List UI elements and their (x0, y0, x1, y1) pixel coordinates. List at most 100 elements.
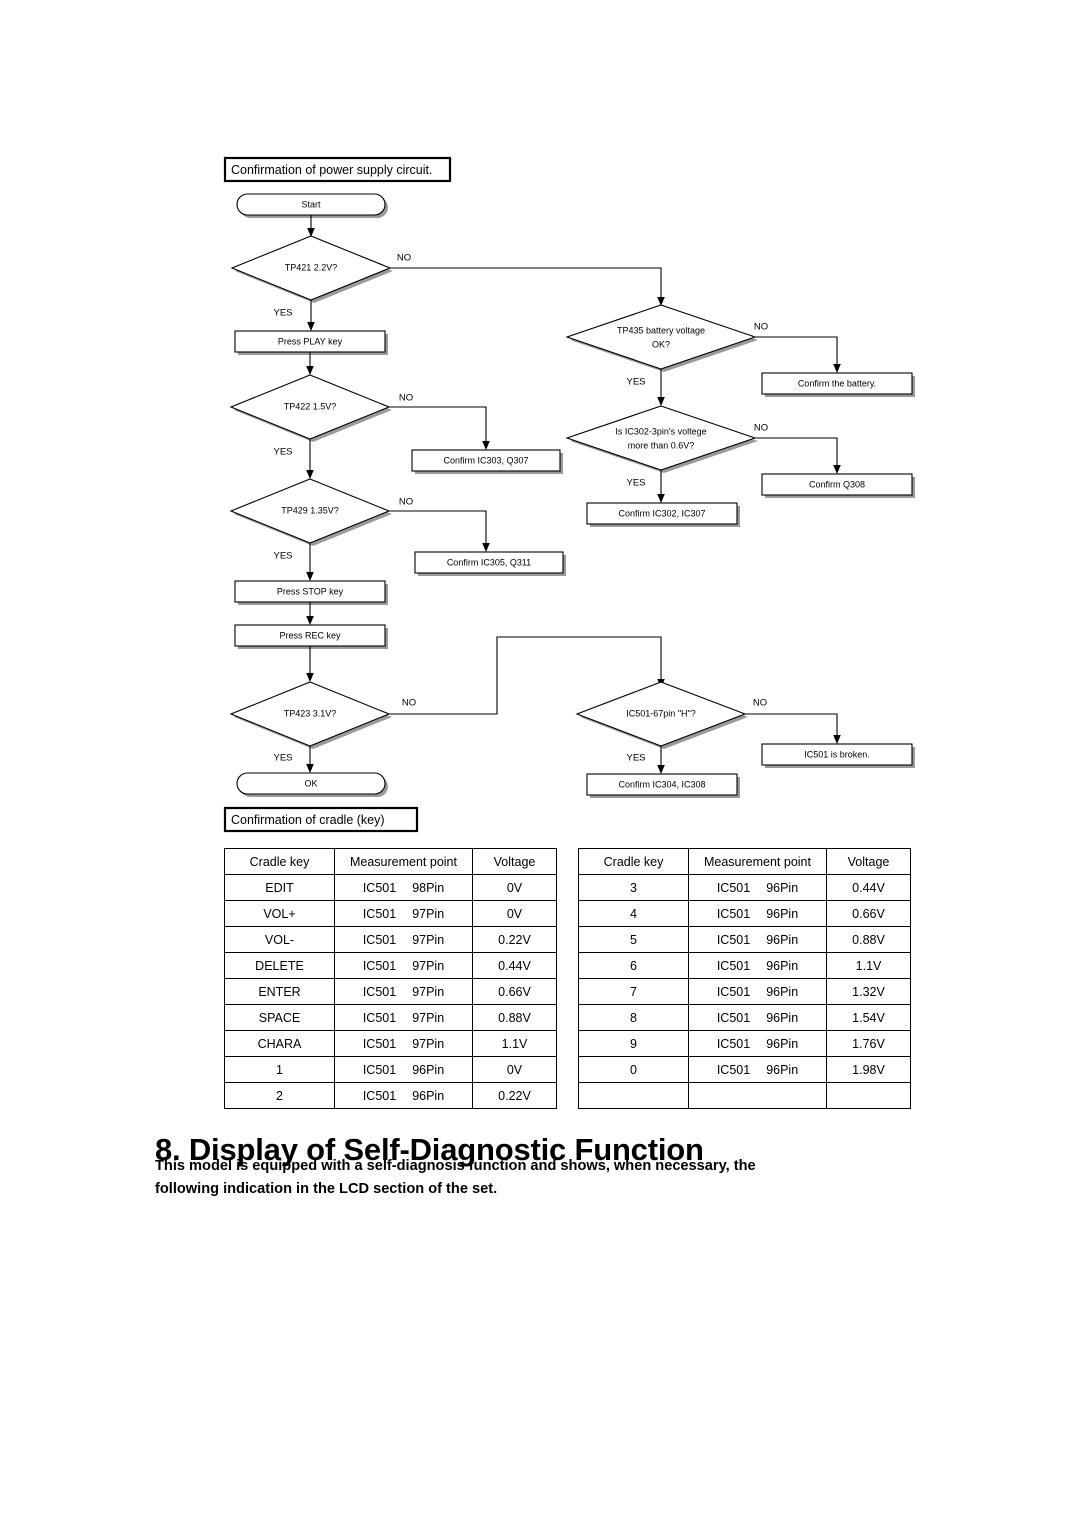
cell-measurement-point: IC501 96Pin (688, 952, 827, 979)
cell-measurement-ic: IC501 (716, 880, 751, 895)
cell-measurement-point: IC501 98Pin (334, 874, 473, 901)
cell-measurement-point: IC501 96Pin (334, 1082, 473, 1109)
cell-voltage: 0.66V (826, 900, 911, 927)
table-row: 1 IC501 96Pin 0V (224, 1056, 557, 1083)
cell-voltage: 1.1V (472, 1030, 557, 1057)
cell-measurement-point: IC501 96Pin (688, 1056, 827, 1083)
table-row: CHARA IC501 97Pin 1.1V (224, 1030, 557, 1057)
cell-cradle-key (578, 1082, 689, 1109)
cell-measurement-point: IC501 96Pin (688, 1004, 827, 1031)
decision-ic302-3pin: Is IC302-3pin's voltege more than 0.6V? (565, 405, 758, 473)
cell-measurement-ic: IC501 (716, 932, 751, 947)
cell-measurement-pin: 96Pin (766, 958, 799, 973)
cell-measurement-pin: 96Pin (766, 1036, 799, 1051)
section-body-line2: following indication in the LCD section … (155, 1180, 498, 1197)
column-header-cradle-key: Cradle key (224, 848, 335, 875)
connector-tp429-yes-to-press-stop (306, 543, 314, 581)
table-row-empty (578, 1082, 911, 1109)
cell-measurement-pin: 97Pin (412, 932, 445, 947)
process-confirm-ic304-ic308-label: Confirm IC304, IC308 (618, 779, 705, 789)
branch-label-tp422-yes: YES (273, 447, 292, 458)
process-confirm-ic305-q311-label: Confirm IC305, Q311 (447, 557, 531, 567)
connector-ic302-no-to-confirm-q308 (755, 437, 841, 474)
branch-label-ic501-no: NO (753, 698, 767, 709)
cell-voltage: 1.76V (826, 1030, 911, 1057)
cell-measurement-ic: IC501 (362, 1036, 397, 1051)
cell-measurement-pin: 96Pin (412, 1062, 445, 1077)
connector-press-stop-to-press-rec (306, 602, 314, 625)
cell-measurement-pin: 96Pin (766, 984, 799, 999)
cell-measurement-pin: 98Pin (412, 880, 445, 895)
connector-tp435-yes-to-ic302 (657, 369, 665, 406)
decision-tp429-label: TP429 1.35V? (281, 505, 339, 515)
cell-measurement-point: IC501 97Pin (334, 978, 473, 1005)
cell-measurement-pin: 96Pin (766, 1062, 799, 1077)
connector-ic501-yes-to-confirm-ic304 (657, 746, 665, 774)
cell-measurement-point: IC501 97Pin (334, 1004, 473, 1031)
cell-cradle-key: CHARA (224, 1030, 335, 1057)
decision-tp421-label: TP421 2.2V? (285, 262, 338, 272)
connector-press-play-to-tp422 (306, 352, 314, 375)
cell-measurement-ic: IC501 (716, 958, 751, 973)
table-row: 3 IC501 96Pin 0.44V (578, 874, 911, 901)
power-supply-flowchart: Confirmation of power supply circuit. St… (0, 0, 1080, 840)
process-confirm-ic302-ic307-label: Confirm IC302, IC307 (618, 508, 705, 518)
cell-cradle-key: SPACE (224, 1004, 335, 1031)
terminal-ok: OK (236, 772, 388, 797)
cell-cradle-key: ENTER (224, 978, 335, 1005)
decision-tp435-line2: OK? (652, 339, 670, 349)
cell-measurement-ic: IC501 (716, 1010, 751, 1025)
decision-ic501-67pin-label: IC501-67pin "H"? (626, 708, 695, 718)
connector-ic302-yes-to-confirm-ic302-ic307 (657, 470, 665, 503)
connector-tp422-yes-to-tp429 (306, 439, 314, 479)
cell-measurement-pin: 96Pin (766, 906, 799, 921)
cell-measurement-point: IC501 96Pin (688, 926, 827, 953)
connector-tp421-yes-to-press-play (307, 300, 315, 331)
column-header-voltage: Voltage (472, 848, 557, 875)
table-row: 8 IC501 96Pin 1.54V (578, 1004, 911, 1031)
cell-cradle-key: 7 (578, 978, 689, 1005)
decision-ic501-67pin: IC501-67pin "H"? (575, 681, 748, 749)
process-confirm-ic303-q307: Confirm IC303, Q307 (411, 449, 563, 474)
process-press-stop-label: Press STOP key (277, 586, 344, 596)
banner-power-supply-label: Confirmation of power supply circuit. (231, 163, 432, 177)
cell-measurement-ic: IC501 (362, 1062, 397, 1077)
table-row: 5 IC501 96Pin 0.88V (578, 926, 911, 953)
decision-tp422: TP422 1.5V? (229, 374, 392, 442)
cradle-key-table-right: Cradle key Measurement point Voltage 3 IC… (578, 848, 911, 1109)
cell-cradle-key: 6 (578, 952, 689, 979)
connector-tp422-no-to-confirm-ic303 (389, 406, 490, 450)
table-row: DELETE IC501 97Pin 0.44V (224, 952, 557, 979)
process-press-rec: Press REC key (234, 624, 388, 649)
branch-label-tp423-yes: YES (273, 753, 292, 764)
cell-measurement-pin: 97Pin (412, 984, 445, 999)
branch-label-ic302-no: NO (754, 423, 768, 434)
section-body-text: This model is equipped with a self-diagn… (155, 1155, 925, 1200)
process-confirm-q308-label: Confirm Q308 (809, 479, 865, 489)
cell-cradle-key: 2 (224, 1082, 335, 1109)
table-row: ENTER IC501 97Pin 0.66V (224, 978, 557, 1005)
table-row: VOL+ IC501 97Pin 0V (224, 900, 557, 927)
cell-cradle-key: DELETE (224, 952, 335, 979)
process-confirm-q308: Confirm Q308 (761, 473, 915, 498)
section-body-line1: This model is equipped with a self-diagn… (155, 1158, 756, 1174)
terminal-ok-label: OK (304, 778, 317, 788)
cell-measurement-point: IC501 96Pin (688, 1030, 827, 1057)
cell-measurement-point: IC501 97Pin (334, 926, 473, 953)
table-row: 6 IC501 96Pin 1.1V (578, 952, 911, 979)
branch-label-ic501-yes: YES (626, 753, 645, 764)
decision-tp435-battery: TP435 battery voltage OK? (565, 304, 758, 372)
connector-ic501-no-to-broken (745, 713, 841, 744)
cell-cradle-key: 9 (578, 1030, 689, 1057)
cell-measurement-ic: IC501 (362, 932, 397, 947)
cell-measurement-pin: 96Pin (766, 880, 799, 895)
cell-measurement-ic: IC501 (716, 984, 751, 999)
branch-label-tp423-no: NO (402, 698, 416, 709)
process-ic501-broken: IC501 is broken. (761, 743, 915, 768)
decision-tp422-label: TP422 1.5V? (284, 401, 337, 411)
process-confirm-ic302-ic307: Confirm IC302, IC307 (586, 502, 740, 527)
cell-measurement-point: IC501 97Pin (334, 1030, 473, 1057)
cell-measurement-ic: IC501 (716, 1062, 751, 1077)
cell-measurement-pin: 96Pin (766, 1010, 799, 1025)
decision-ic302-line1: Is IC302-3pin's voltege (615, 426, 706, 436)
